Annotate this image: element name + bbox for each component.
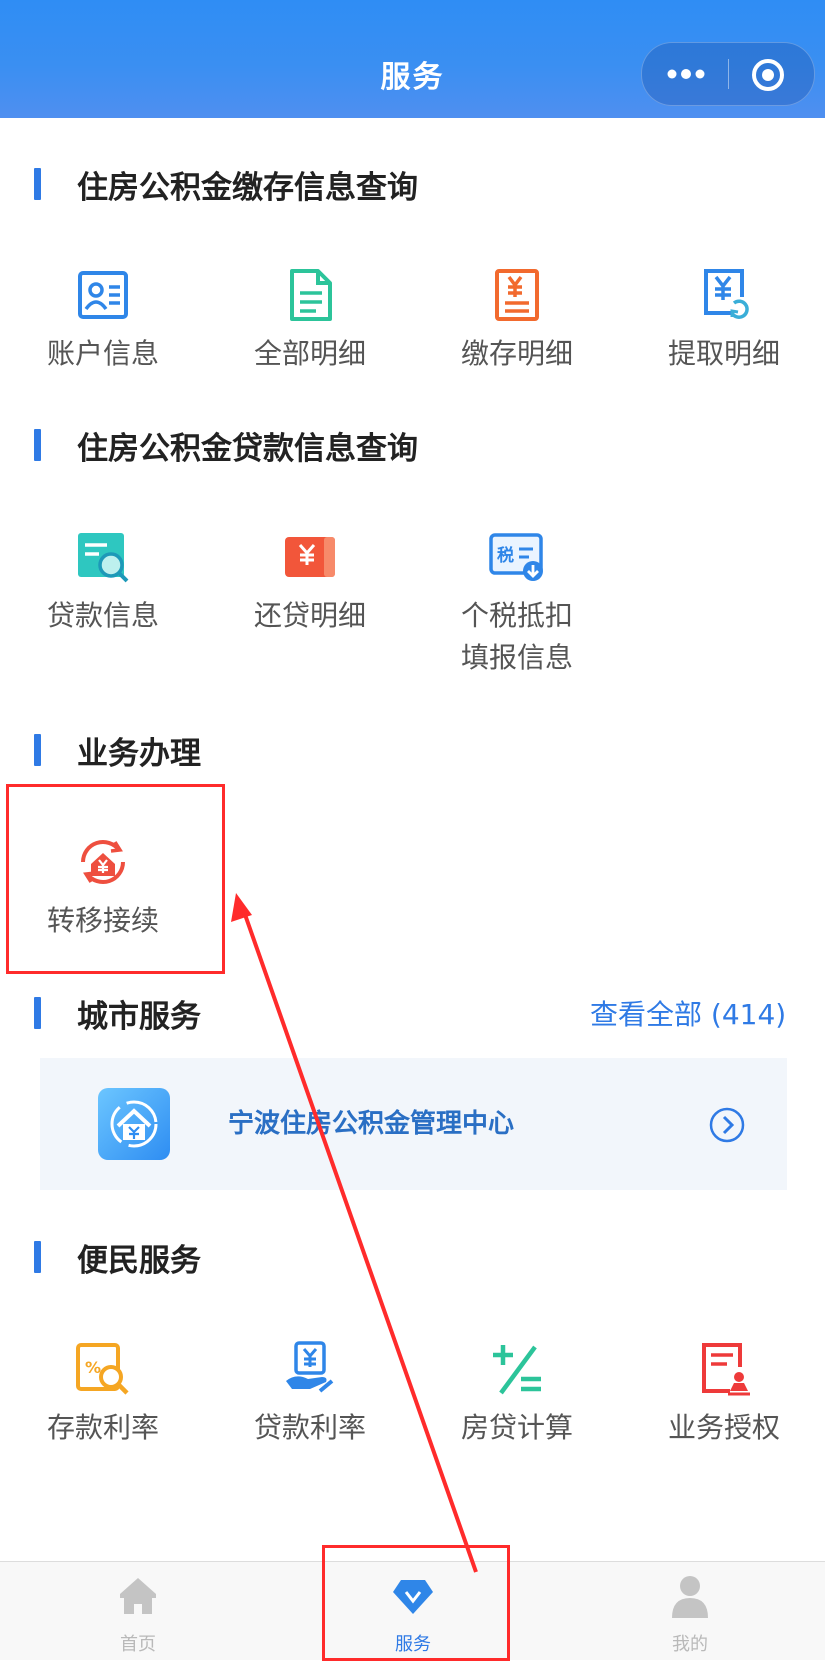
svg-text:%: % (85, 1358, 101, 1377)
grid-label: 账户信息 (46, 337, 159, 370)
section-bar (34, 997, 41, 1029)
section-title-text: 业务办理 (77, 735, 201, 772)
tax-deduction-info-button[interactable]: 税 个税抵扣填报信息 (427, 527, 607, 679)
section-title-business: 业务办理 (34, 730, 201, 772)
section-title-text: 住房公积金缴存信息查询 (77, 169, 418, 206)
deposit-rate-button[interactable]: % 存款利率 (13, 1339, 193, 1449)
section-bar (34, 1241, 41, 1273)
grid-label: 贷款利率 (253, 1411, 366, 1444)
house-yuan-icon (110, 1100, 158, 1148)
title-bar: 服务 (0, 0, 825, 118)
grid-label: 房贷计算 (460, 1411, 573, 1444)
capsule-divider (728, 59, 729, 89)
document-list-icon (290, 269, 332, 321)
yuan-receipt-icon (495, 269, 539, 321)
grid-label: 全部明细 (253, 337, 366, 370)
section-title-deposit: 住房公积金缴存信息查询 (34, 164, 418, 206)
grid-label: 还贷明细 (253, 599, 366, 632)
tab-label: 首页 (120, 1634, 156, 1655)
all-details-button[interactable]: 全部明细 (220, 265, 400, 375)
user-icon (672, 1576, 708, 1618)
authorization-document-icon (702, 1343, 750, 1396)
svg-text:税: 税 (497, 545, 514, 566)
housing-fund-logo (98, 1088, 170, 1160)
section-title-loan: 住房公积金贷款信息查询 (34, 425, 418, 467)
city-service-card[interactable]: 宁波住房公积金管理中心 (40, 1058, 787, 1190)
tax-download-icon: 税 (489, 533, 543, 581)
grid-label: 贷款信息 (46, 599, 159, 632)
section-bar (34, 429, 41, 461)
more-icon[interactable] (664, 61, 708, 87)
yuan-hand-icon (286, 1341, 334, 1393)
calculator-icon (493, 1345, 541, 1395)
grid-label: 个税抵扣填报信息 (460, 599, 573, 674)
section-title-text: 便民服务 (77, 1242, 201, 1279)
annotation-highlight-transfer (6, 784, 225, 974)
grid-label: 提取明细 (667, 337, 780, 370)
business-authorization-button[interactable]: 业务授权 (634, 1339, 814, 1449)
home-icon (120, 1578, 156, 1614)
close-target-icon[interactable] (750, 57, 786, 93)
grid-label: 缴存明细 (460, 337, 573, 370)
grid-label: 业务授权 (667, 1411, 780, 1444)
section-title-convenience: 便民服务 (34, 1237, 201, 1279)
tab-home[interactable]: 首页 (48, 1562, 228, 1660)
section-bar (34, 168, 41, 200)
account-card-icon (78, 271, 128, 319)
chevron-right-icon (709, 1107, 745, 1143)
view-all-link[interactable]: 查看全部 (414) (590, 993, 786, 1033)
loan-info-button[interactable]: 贷款信息 (13, 527, 193, 637)
yuan-refresh-icon (704, 269, 749, 319)
account-info-button[interactable]: 账户信息 (13, 265, 193, 375)
search-document-icon (78, 533, 129, 583)
mini-program-capsule (641, 42, 815, 106)
withdrawal-details-button[interactable]: 提取明细 (634, 265, 814, 375)
tab-label: 我的 (672, 1634, 708, 1655)
deposit-details-button[interactable]: 缴存明细 (427, 265, 607, 375)
yuan-wallet-icon (285, 537, 335, 577)
section-title-text: 城市服务 (77, 998, 201, 1035)
tab-mine[interactable]: 我的 (600, 1562, 780, 1660)
grid-label: 存款利率 (46, 1411, 159, 1444)
percent-search-icon: % (76, 1343, 129, 1395)
annotation-highlight-services-tab (322, 1545, 510, 1661)
mortgage-calculator-button[interactable]: 房贷计算 (427, 1339, 607, 1449)
loan-rate-button[interactable]: 贷款利率 (220, 1339, 400, 1449)
section-title-text: 住房公积金贷款信息查询 (77, 430, 418, 467)
repayment-details-button[interactable]: 还贷明细 (220, 527, 400, 637)
city-service-name: 宁波住房公积金管理中心 (228, 1109, 515, 1139)
section-bar (34, 734, 41, 766)
section-title-city: 城市服务 (34, 993, 201, 1035)
